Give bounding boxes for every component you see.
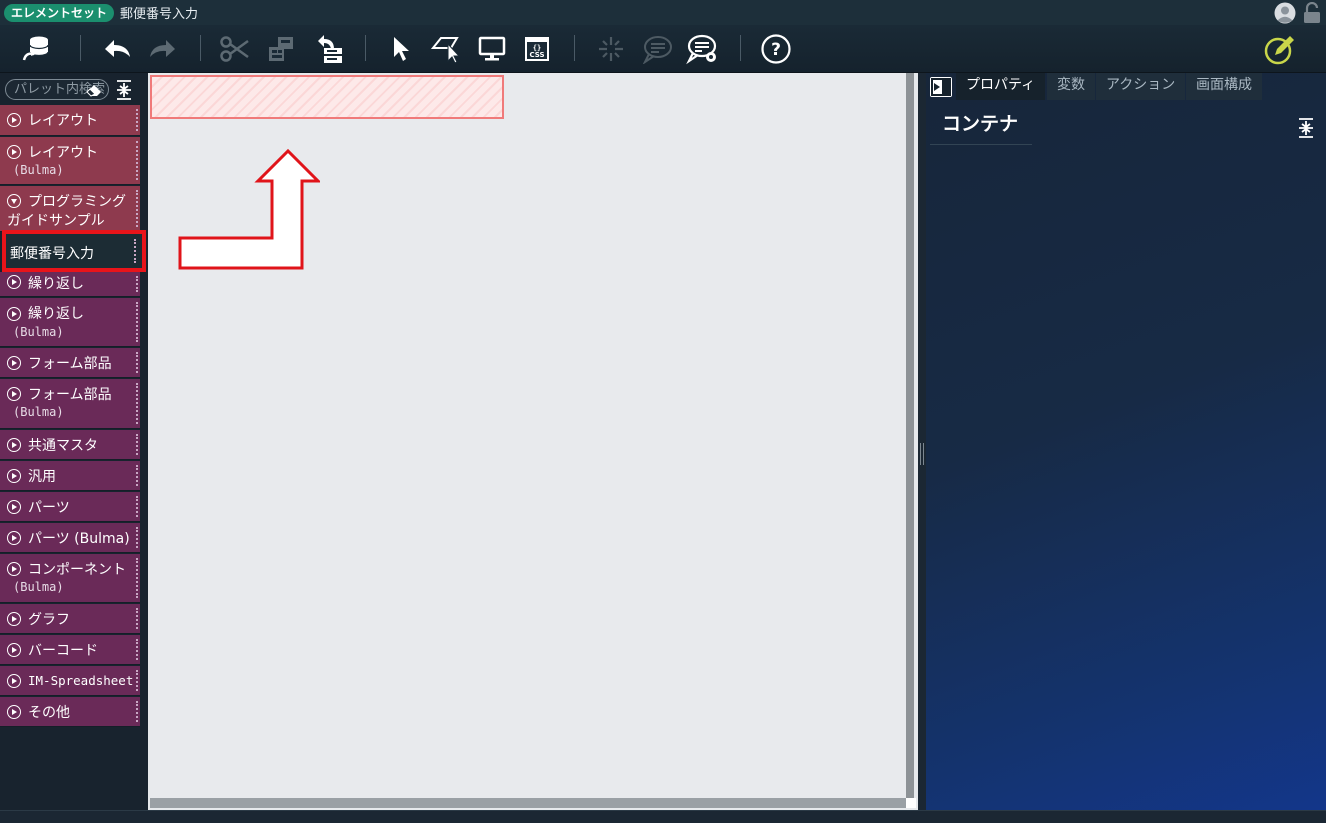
svg-text:?: ? <box>771 40 781 60</box>
expand-icon <box>7 438 21 452</box>
palette-item-barcode[interactable]: バーコード <box>0 635 140 665</box>
select-pointer-icon[interactable] <box>384 33 418 65</box>
title-bar: エレメントセット 郵便番号入力 <box>0 0 1326 25</box>
status-bar <box>0 810 1326 823</box>
edit-pen-icon[interactable] <box>1263 33 1297 65</box>
palette-item-im-spreadsheet[interactable]: IM-Spreadsheet <box>0 666 140 696</box>
redo-icon[interactable] <box>146 33 180 65</box>
expand-icon <box>7 500 21 514</box>
element-palette: レイアウト レイアウト (Bulma) プログラミング ガイドサンプル 繰り返し… <box>0 73 148 810</box>
move-pointer-icon[interactable] <box>430 33 464 65</box>
tab-properties[interactable]: プロパティ <box>956 73 1046 100</box>
expand-icon <box>7 275 21 289</box>
page-title: 郵便番号入力 <box>120 7 199 22</box>
expand-icon <box>7 387 21 401</box>
palette-item-component-bulma[interactable]: コンポーネント (Bulma) <box>0 554 140 603</box>
preview-monitor-icon[interactable] <box>475 33 509 65</box>
paste-tree-icon[interactable] <box>312 33 346 65</box>
palette-item-layout[interactable]: レイアウト <box>0 105 140 136</box>
comment-icon[interactable] <box>640 33 674 65</box>
expand-icon <box>7 562 21 576</box>
property-panel-tabs: プロパティ 変数 アクション 画面構成 <box>926 73 1326 100</box>
expand-icon <box>7 705 21 719</box>
css-icon[interactable]: {} CSS <box>520 33 554 65</box>
expand-icon <box>7 307 21 321</box>
panel-splitter[interactable] <box>918 73 926 810</box>
svg-text:CSS: CSS <box>529 51 544 59</box>
expand-icon <box>7 674 21 688</box>
palette-item-postal-code-input[interactable]: 郵便番号入力 <box>2 230 146 272</box>
expand-icon <box>7 113 21 127</box>
vertical-scrollbar[interactable] <box>906 73 914 798</box>
main-toolbar: {} CSS ? <box>0 25 1326 73</box>
palette-item-form-parts-bulma[interactable]: フォーム部品 (Bulma) <box>0 379 140 429</box>
palette-item-parts[interactable]: パーツ <box>0 492 140 522</box>
palette-item-form-parts[interactable]: フォーム部品 <box>0 348 140 378</box>
palette-item-repeat[interactable]: 繰り返し <box>0 272 140 297</box>
undo-icon[interactable] <box>100 33 134 65</box>
horizontal-scrollbar[interactable] <box>150 798 906 808</box>
scroll-corner <box>906 798 916 808</box>
database-icon[interactable] <box>20 33 54 65</box>
palette-item-repeat-bulma[interactable]: 繰り返し (Bulma) <box>0 298 140 347</box>
tab-actions[interactable]: アクション <box>1096 73 1186 100</box>
element-set-badge[interactable]: エレメントセット <box>4 3 115 22</box>
expand-icon <box>7 643 21 657</box>
palette-item-parts-bulma[interactable]: パーツ (Bulma) <box>0 523 140 553</box>
help-icon[interactable]: ? <box>759 33 793 65</box>
expand-icon <box>7 356 21 370</box>
palette-item-programming-guide[interactable]: プログラミング ガイドサンプル <box>0 186 140 232</box>
cut-icon[interactable] <box>218 33 252 65</box>
splitter-grip <box>920 443 924 465</box>
property-panel: プロパティ 変数 アクション 画面構成 コンテナ <box>926 73 1326 810</box>
palette-item-common-master[interactable]: 共通マスタ <box>0 430 140 460</box>
expand-icon <box>7 531 21 545</box>
palette-item-other[interactable]: その他 <box>0 697 140 727</box>
palette-item-layout-bulma[interactable]: レイアウト (Bulma) <box>0 137 140 185</box>
palette-item-general[interactable]: 汎用 <box>0 461 140 491</box>
eraser-icon[interactable] <box>85 82 103 102</box>
copy-icon[interactable] <box>264 33 298 65</box>
collapse-icon <box>7 194 21 208</box>
palette-collapse-icon[interactable] <box>114 79 134 101</box>
panel-toggle-icon[interactable] <box>930 77 952 97</box>
sparkle-icon[interactable] <box>594 33 628 65</box>
property-panel-title: コンテナ <box>930 111 1032 145</box>
tab-variables[interactable]: 変数 <box>1047 73 1095 100</box>
property-collapse-icon[interactable] <box>1296 117 1316 139</box>
palette-item-graph[interactable]: グラフ <box>0 604 140 634</box>
comment-settings-icon[interactable] <box>686 33 720 65</box>
annotation-arrow-icon <box>178 148 320 270</box>
tab-screen-structure[interactable]: 画面構成 <box>1186 73 1262 100</box>
container-drop-zone[interactable] <box>150 75 504 119</box>
expand-icon <box>7 145 21 159</box>
expand-icon <box>7 612 21 626</box>
expand-icon <box>7 469 21 483</box>
